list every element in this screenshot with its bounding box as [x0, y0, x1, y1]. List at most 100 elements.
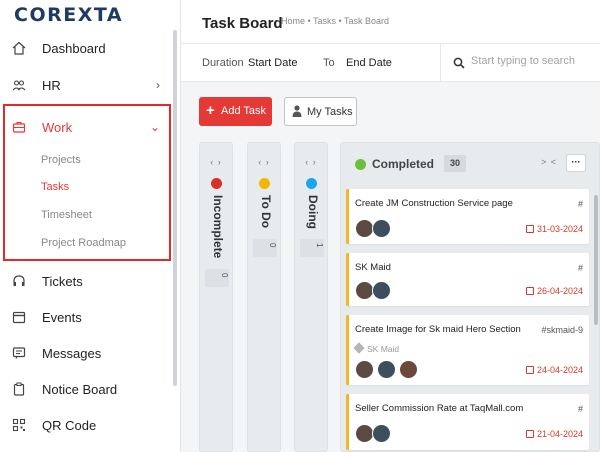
sidebar-item-label: Notice Board	[42, 382, 118, 397]
column-title: Completed	[372, 157, 435, 171]
sidebar-item-notice-board[interactable]: Notice Board	[0, 371, 172, 407]
my-tasks-button[interactable]: My Tasks	[284, 97, 357, 126]
chevron-down-icon: ⌄	[149, 120, 160, 134]
briefcase-icon	[12, 121, 26, 133]
sidebar-item-tickets[interactable]: Tickets	[0, 263, 172, 299]
calendar-icon	[12, 311, 26, 324]
task-card[interactable]: Create Image for Sk maid Hero Section #s…	[346, 315, 589, 385]
column-status-dot	[355, 159, 366, 170]
clipboard-icon	[13, 382, 25, 396]
sidebar-subitem-timesheet[interactable]: Timesheet	[41, 209, 92, 221]
task-card[interactable]: Create JM Construction Service page # 31…	[346, 189, 589, 244]
column-title: Incomplete	[211, 195, 225, 259]
task-due-date: 31-03-2024	[525, 224, 583, 234]
board-column-completed: Completed 30 > < ··· Create JM Construct…	[340, 142, 600, 452]
avatar[interactable]	[355, 360, 374, 379]
column-count-badge: 0	[253, 239, 277, 257]
sidebar-item-label: Work	[42, 120, 73, 135]
sidebar-item-events[interactable]: Events	[0, 299, 172, 335]
sidebar-subitem-projects[interactable]: Projects	[41, 154, 81, 166]
sidebar-item-label: Tickets	[42, 274, 83, 289]
sidebar-item-label: Events	[42, 310, 82, 325]
column-scrollbar[interactable]	[594, 195, 598, 325]
expand-arrows-icon[interactable]: ‹ ›	[248, 157, 280, 167]
calendar-icon	[525, 287, 534, 295]
page-header: Task Board Home • Tasks • Task Board	[181, 0, 600, 44]
task-project: SK Maid	[353, 342, 399, 354]
start-date-field[interactable]: Start Date	[248, 57, 298, 69]
task-title: Create JM Construction Service page	[355, 198, 513, 209]
task-due-date: 26-04-2024	[525, 286, 583, 296]
headset-icon	[13, 275, 25, 286]
task-tag: #	[577, 404, 583, 414]
task-due-date: 21-04-2024	[525, 429, 583, 439]
avatar[interactable]	[372, 281, 391, 300]
column-title: Doing	[306, 195, 320, 229]
search-input[interactable]	[471, 55, 599, 67]
task-card[interactable]: SK Maid # 26-04-2024	[346, 253, 589, 306]
avatar[interactable]	[399, 360, 418, 379]
column-status-dot	[259, 178, 270, 189]
duration-label: Duration	[202, 57, 244, 69]
column-count-badge: 1	[300, 239, 324, 257]
sidebar-item-hr[interactable]: HR ›	[0, 67, 172, 103]
sidebar-item-dashboard[interactable]: Dashboard	[0, 30, 172, 66]
board-column-incomplete[interactable]: ‹ › Incomplete 0	[199, 142, 233, 452]
search-icon	[453, 57, 465, 69]
column-count-badge: 30	[444, 155, 466, 172]
sidebar-item-work[interactable]: Work ⌄	[0, 109, 172, 145]
avatar[interactable]	[372, 219, 391, 238]
filter-bar: Duration Start Date To End Date	[181, 44, 600, 82]
task-tag: #	[577, 199, 583, 209]
task-title: Seller Commission Rate at TaqMall.com	[355, 403, 524, 414]
board-column-todo[interactable]: ‹ › To Do 0	[247, 142, 281, 452]
column-more-button[interactable]: ···	[566, 154, 586, 172]
chevron-right-icon: ›	[156, 78, 160, 92]
calendar-icon	[525, 366, 534, 374]
column-title: To Do	[259, 195, 273, 229]
avatar[interactable]	[372, 424, 391, 443]
search-box	[440, 44, 600, 82]
end-date-field[interactable]: End Date	[346, 57, 392, 69]
app-logo: COREXTA	[14, 4, 124, 26]
column-count-badge: 0	[205, 269, 229, 287]
breadcrumb: Home • Tasks • Task Board	[281, 16, 390, 26]
my-tasks-label: My Tasks	[307, 106, 353, 118]
sidebar-subitem-project-roadmap[interactable]: Project Roadmap	[41, 237, 126, 249]
page-title: Task Board	[202, 15, 283, 32]
home-icon	[12, 41, 26, 55]
task-title: SK Maid	[355, 262, 391, 273]
to-label: To	[323, 57, 335, 69]
sidebar-subitem-tasks[interactable]: Tasks	[41, 181, 69, 193]
expand-arrows-icon[interactable]: ‹ ›	[200, 157, 232, 167]
add-task-button[interactable]: + Add Task	[199, 97, 272, 126]
task-title: Create Image for Sk maid Hero Section	[355, 324, 521, 335]
expand-arrows-icon[interactable]: ‹ ›	[295, 157, 327, 167]
sidebar-item-label: Dashboard	[42, 41, 106, 56]
calendar-icon	[525, 430, 534, 438]
task-tag: #skmaid-9	[541, 325, 583, 335]
sidebar-item-qr-code[interactable]: QR Code	[0, 407, 172, 443]
qr-code-icon	[12, 418, 26, 432]
collapse-arrows-icon[interactable]: > <	[541, 157, 557, 167]
avatar[interactable]	[377, 360, 396, 379]
chat-icon	[12, 347, 26, 359]
add-task-label: Add Task	[221, 105, 267, 117]
sidebar: COREXTA Dashboard HR › Work ⌄ Projects T…	[0, 0, 181, 452]
task-due-date: 24-04-2024	[525, 365, 583, 375]
task-tag: #	[577, 263, 583, 273]
task-card[interactable]: Seller Commission Rate at TaqMall.com # …	[346, 394, 589, 450]
column-status-dot	[306, 178, 317, 189]
sidebar-item-messages[interactable]: Messages	[0, 335, 172, 371]
sidebar-item-label: Messages	[42, 346, 102, 361]
sidebar-item-label: HR	[42, 78, 61, 93]
plus-icon: +	[206, 102, 215, 119]
sidebar-scrollbar[interactable]	[173, 30, 177, 386]
column-status-dot	[211, 178, 222, 189]
layers-icon	[353, 342, 365, 354]
people-icon	[12, 80, 26, 91]
user-icon	[292, 105, 302, 117]
sidebar-item-label: QR Code	[42, 418, 97, 433]
calendar-icon	[525, 225, 534, 233]
board-column-doing[interactable]: ‹ › Doing 1	[294, 142, 328, 452]
